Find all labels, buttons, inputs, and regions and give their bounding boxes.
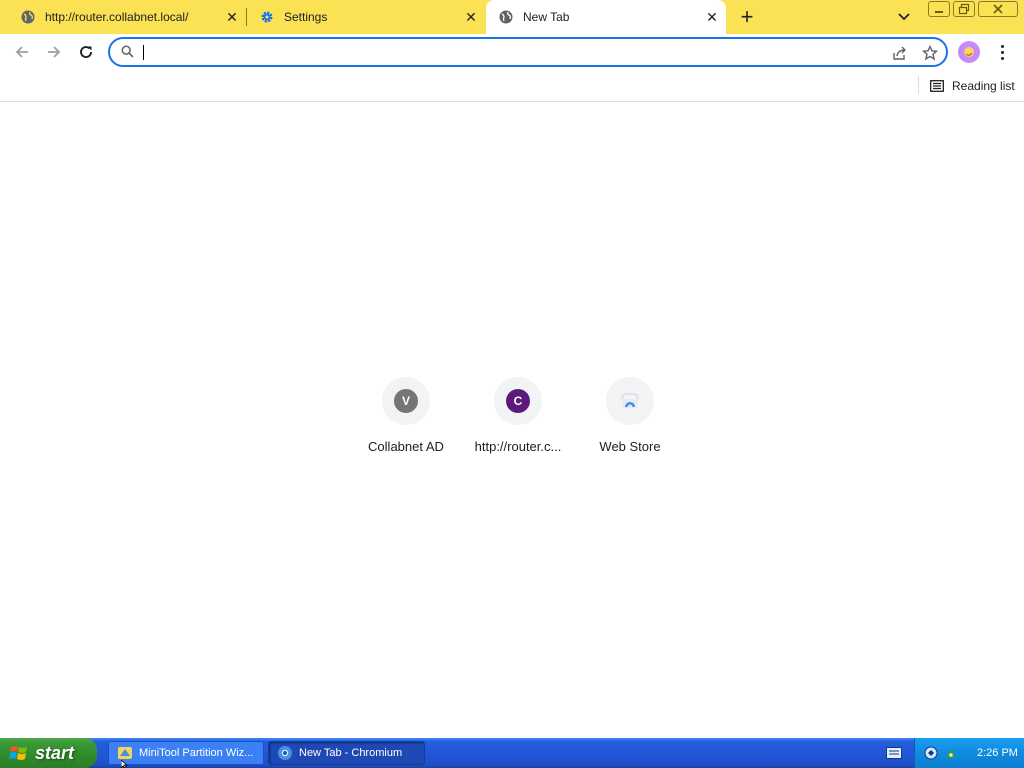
chromium-icon <box>278 746 292 760</box>
shortcut-router[interactable]: C http://router.c... <box>462 376 574 466</box>
shortcuts-grid: V Collabnet AD C http://router.c... Web … <box>350 376 686 466</box>
tab-close-button[interactable]: ✕ <box>702 7 722 27</box>
web-store-icon <box>621 393 639 408</box>
minimize-button[interactable] <box>928 1 950 17</box>
start-button[interactable]: start <box>0 738 97 768</box>
taskbar-item-chromium[interactable]: New Tab - Chromium <box>268 741 425 765</box>
network-icon[interactable] <box>923 745 939 761</box>
taskbar-item-label: New Tab - Chromium <box>299 747 403 759</box>
new-tab-button[interactable]: + <box>735 4 759 29</box>
clock: 2:26 PM <box>977 747 1018 759</box>
tab-close-button[interactable]: ✕ <box>461 7 481 27</box>
gear-icon <box>259 9 275 25</box>
shortcut-label: Collabnet AD <box>368 439 444 454</box>
security-icon[interactable] <box>943 745 959 761</box>
globe-icon <box>20 9 36 25</box>
start-label: start <box>35 742 75 763</box>
minitool-icon <box>118 747 132 759</box>
back-arrow-icon <box>15 46 28 58</box>
tab-strip: http://router.collabnet.local/ ✕ Setting… <box>0 0 1024 34</box>
omnibox[interactable] <box>108 37 948 67</box>
restore-icon <box>958 3 970 15</box>
minimize-icon <box>935 11 943 13</box>
tab-title: New Tab <box>523 10 570 24</box>
reload-icon <box>80 46 92 58</box>
tab-settings[interactable]: Settings ✕ <box>247 0 485 34</box>
close-icon <box>993 4 1003 14</box>
search-icon <box>121 45 134 63</box>
profile-avatar[interactable] <box>958 41 980 63</box>
chevron-down-icon <box>898 13 910 21</box>
reading-list-label: Reading list <box>952 79 1015 93</box>
shortcut-tile: V <box>382 377 430 425</box>
shortcut-tile: C <box>494 377 542 425</box>
restore-button[interactable] <box>953 1 975 17</box>
star-icon <box>922 45 938 61</box>
browser-window: http://router.collabnet.local/ ✕ Setting… <box>0 0 1024 738</box>
share-icon <box>893 46 906 60</box>
menu-button[interactable] <box>993 42 1011 62</box>
reload-button[interactable] <box>72 38 100 66</box>
taskbar-item-label: MiniTool Partition Wiz... <box>139 747 254 759</box>
tab-search-button[interactable] <box>894 8 914 26</box>
shortcut-label: Web Store <box>599 439 661 454</box>
close-window-button[interactable] <box>978 1 1018 17</box>
system-tray: 2:26 PM <box>914 738 1024 768</box>
shortcut-collabnet-ad[interactable]: V Collabnet AD <box>350 376 462 466</box>
omnibox-input[interactable] <box>142 43 872 61</box>
keyboard-layout-icon[interactable] <box>886 746 902 764</box>
bookmarks-bar: Reading list <box>0 70 1024 102</box>
bookmark-star-button[interactable] <box>921 44 939 62</box>
text-caret <box>143 45 144 60</box>
shortcut-label: http://router.c... <box>474 439 562 454</box>
globe-icon <box>498 9 514 25</box>
taskbar: start MiniTool Partition Wiz... New Tab … <box>0 738 1024 768</box>
back-button[interactable] <box>8 38 36 66</box>
taskbar-item-minitool[interactable]: MiniTool Partition Wiz... <box>108 741 264 765</box>
shortcut-letter-icon: C <box>506 389 530 413</box>
reading-list-icon <box>930 80 944 92</box>
reading-list-button[interactable]: Reading list <box>930 77 1015 95</box>
shortcut-tile <box>606 377 654 425</box>
profile-icon <box>964 47 974 57</box>
bookmarks-separator <box>918 76 919 94</box>
forward-button[interactable] <box>40 38 68 66</box>
toolbar <box>0 34 1024 70</box>
windows-logo-icon <box>9 746 27 760</box>
tab-close-button[interactable]: ✕ <box>222 7 242 27</box>
tab-title: http://router.collabnet.local/ <box>45 10 189 24</box>
shortcut-web-store[interactable]: Web Store <box>574 376 686 466</box>
forward-arrow-icon <box>48 46 61 58</box>
tab-router[interactable]: http://router.collabnet.local/ ✕ <box>0 0 246 34</box>
share-button[interactable] <box>890 44 908 62</box>
mouse-cursor-icon <box>121 760 129 768</box>
shortcut-letter-icon: V <box>394 389 418 413</box>
tab-title: Settings <box>284 10 328 24</box>
tab-new-tab[interactable]: New Tab ✕ <box>486 0 726 34</box>
